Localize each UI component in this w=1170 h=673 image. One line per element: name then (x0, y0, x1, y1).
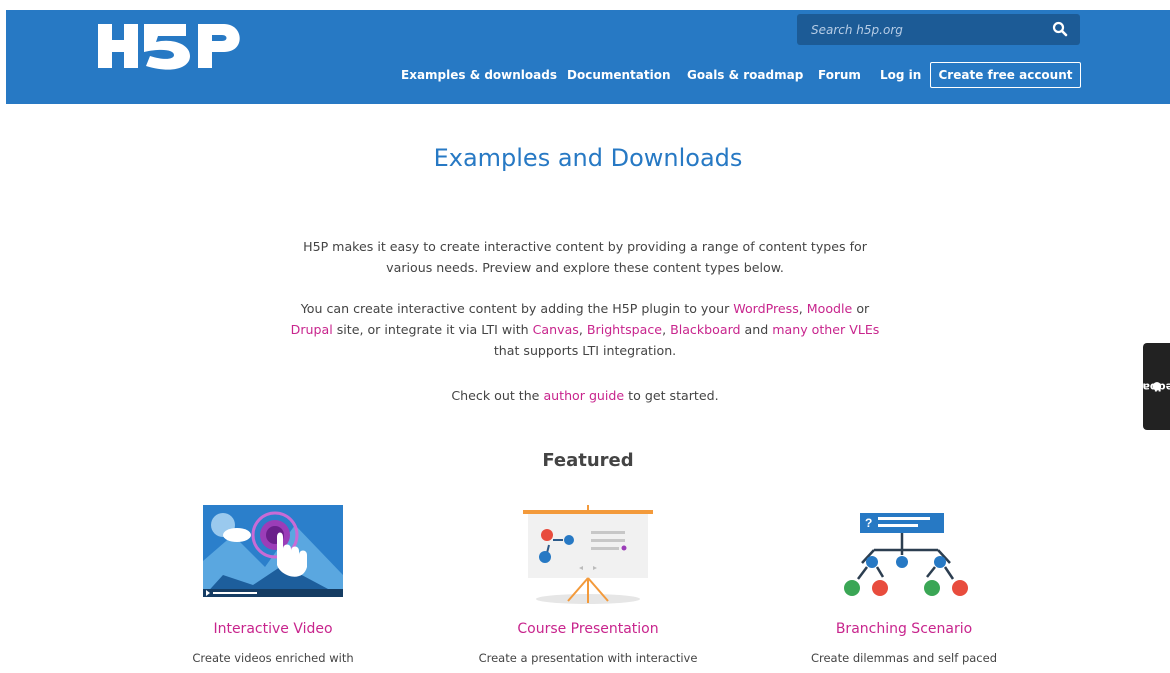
text: that supports LTI integration. (493, 343, 677, 358)
text: , (798, 301, 807, 316)
author-guide-paragraph: Check out the author guide to get starte… (285, 385, 885, 406)
branching-scenario-icon: ? (844, 513, 968, 596)
nav-examples-downloads[interactable]: Examples & downloads (401, 68, 557, 82)
card-description: Create a presentation with interactive (478, 651, 698, 665)
moodle-link[interactable]: Moodle (807, 301, 853, 316)
create-free-account-button[interactable]: Create free account (930, 62, 1081, 88)
nav-log-in[interactable]: Log in (880, 68, 921, 82)
text: , (578, 322, 587, 337)
drupal-link[interactable]: Drupal (291, 322, 333, 337)
nav-documentation[interactable]: Documentation (567, 68, 671, 82)
card-title[interactable]: Interactive Video (123, 621, 423, 637)
card-description: Create videos enriched with (192, 651, 354, 665)
text: to get started. (624, 388, 719, 403)
feedback-text: feedback (1128, 380, 1170, 393)
search-icon[interactable] (1052, 21, 1068, 37)
blackboard-link[interactable]: Blackboard (670, 322, 740, 337)
text: and (740, 322, 773, 337)
card-course-presentation[interactable]: Course Presentation Create a presentatio… (438, 505, 738, 665)
h5p-logo[interactable] (98, 22, 248, 72)
search-box (797, 14, 1080, 45)
feedback-tab[interactable]: ● feedback (1128, 343, 1170, 430)
text: , (662, 322, 671, 337)
card-title[interactable]: Course Presentation (438, 621, 738, 637)
text: You can create interactive content by ad… (300, 301, 734, 316)
canvas-link[interactable]: Canvas (533, 322, 579, 337)
card-branching-scenario[interactable]: ? Branching Scenario Create dilemmas and… (754, 505, 1054, 665)
site-header: Examples & downloads Documentation Goals… (6, 10, 1170, 104)
nav-forum[interactable]: Forum (818, 68, 861, 82)
card-title[interactable]: Branching Scenario (754, 621, 1054, 637)
page-title: Examples and Downloads (433, 144, 743, 172)
wordpress-link[interactable]: WordPress (733, 301, 799, 316)
card-description: Create dilemmas and self paced (810, 651, 998, 665)
course-presentation-icon (523, 505, 653, 604)
nav-goals-roadmap[interactable]: Goals & roadmap (687, 68, 803, 82)
other-vles-link[interactable]: many other VLEs (772, 322, 879, 337)
text: site, or integrate it via LTI with (332, 322, 533, 337)
search-input[interactable] (797, 14, 1042, 45)
interactive-video-icon (203, 505, 343, 597)
text: or (852, 301, 870, 316)
brightspace-link[interactable]: Brightspace (587, 322, 662, 337)
card-interactive-video[interactable]: Interactive Video Create videos enriched… (123, 505, 423, 665)
text: Check out the (451, 388, 544, 403)
svg-text:?: ? (865, 516, 872, 530)
author-guide-link[interactable]: author guide (543, 388, 624, 403)
featured-heading: Featured (542, 450, 634, 471)
integration-paragraph: You can create interactive content by ad… (285, 298, 885, 361)
intro-paragraph: H5P makes it easy to create interactive … (303, 239, 867, 275)
